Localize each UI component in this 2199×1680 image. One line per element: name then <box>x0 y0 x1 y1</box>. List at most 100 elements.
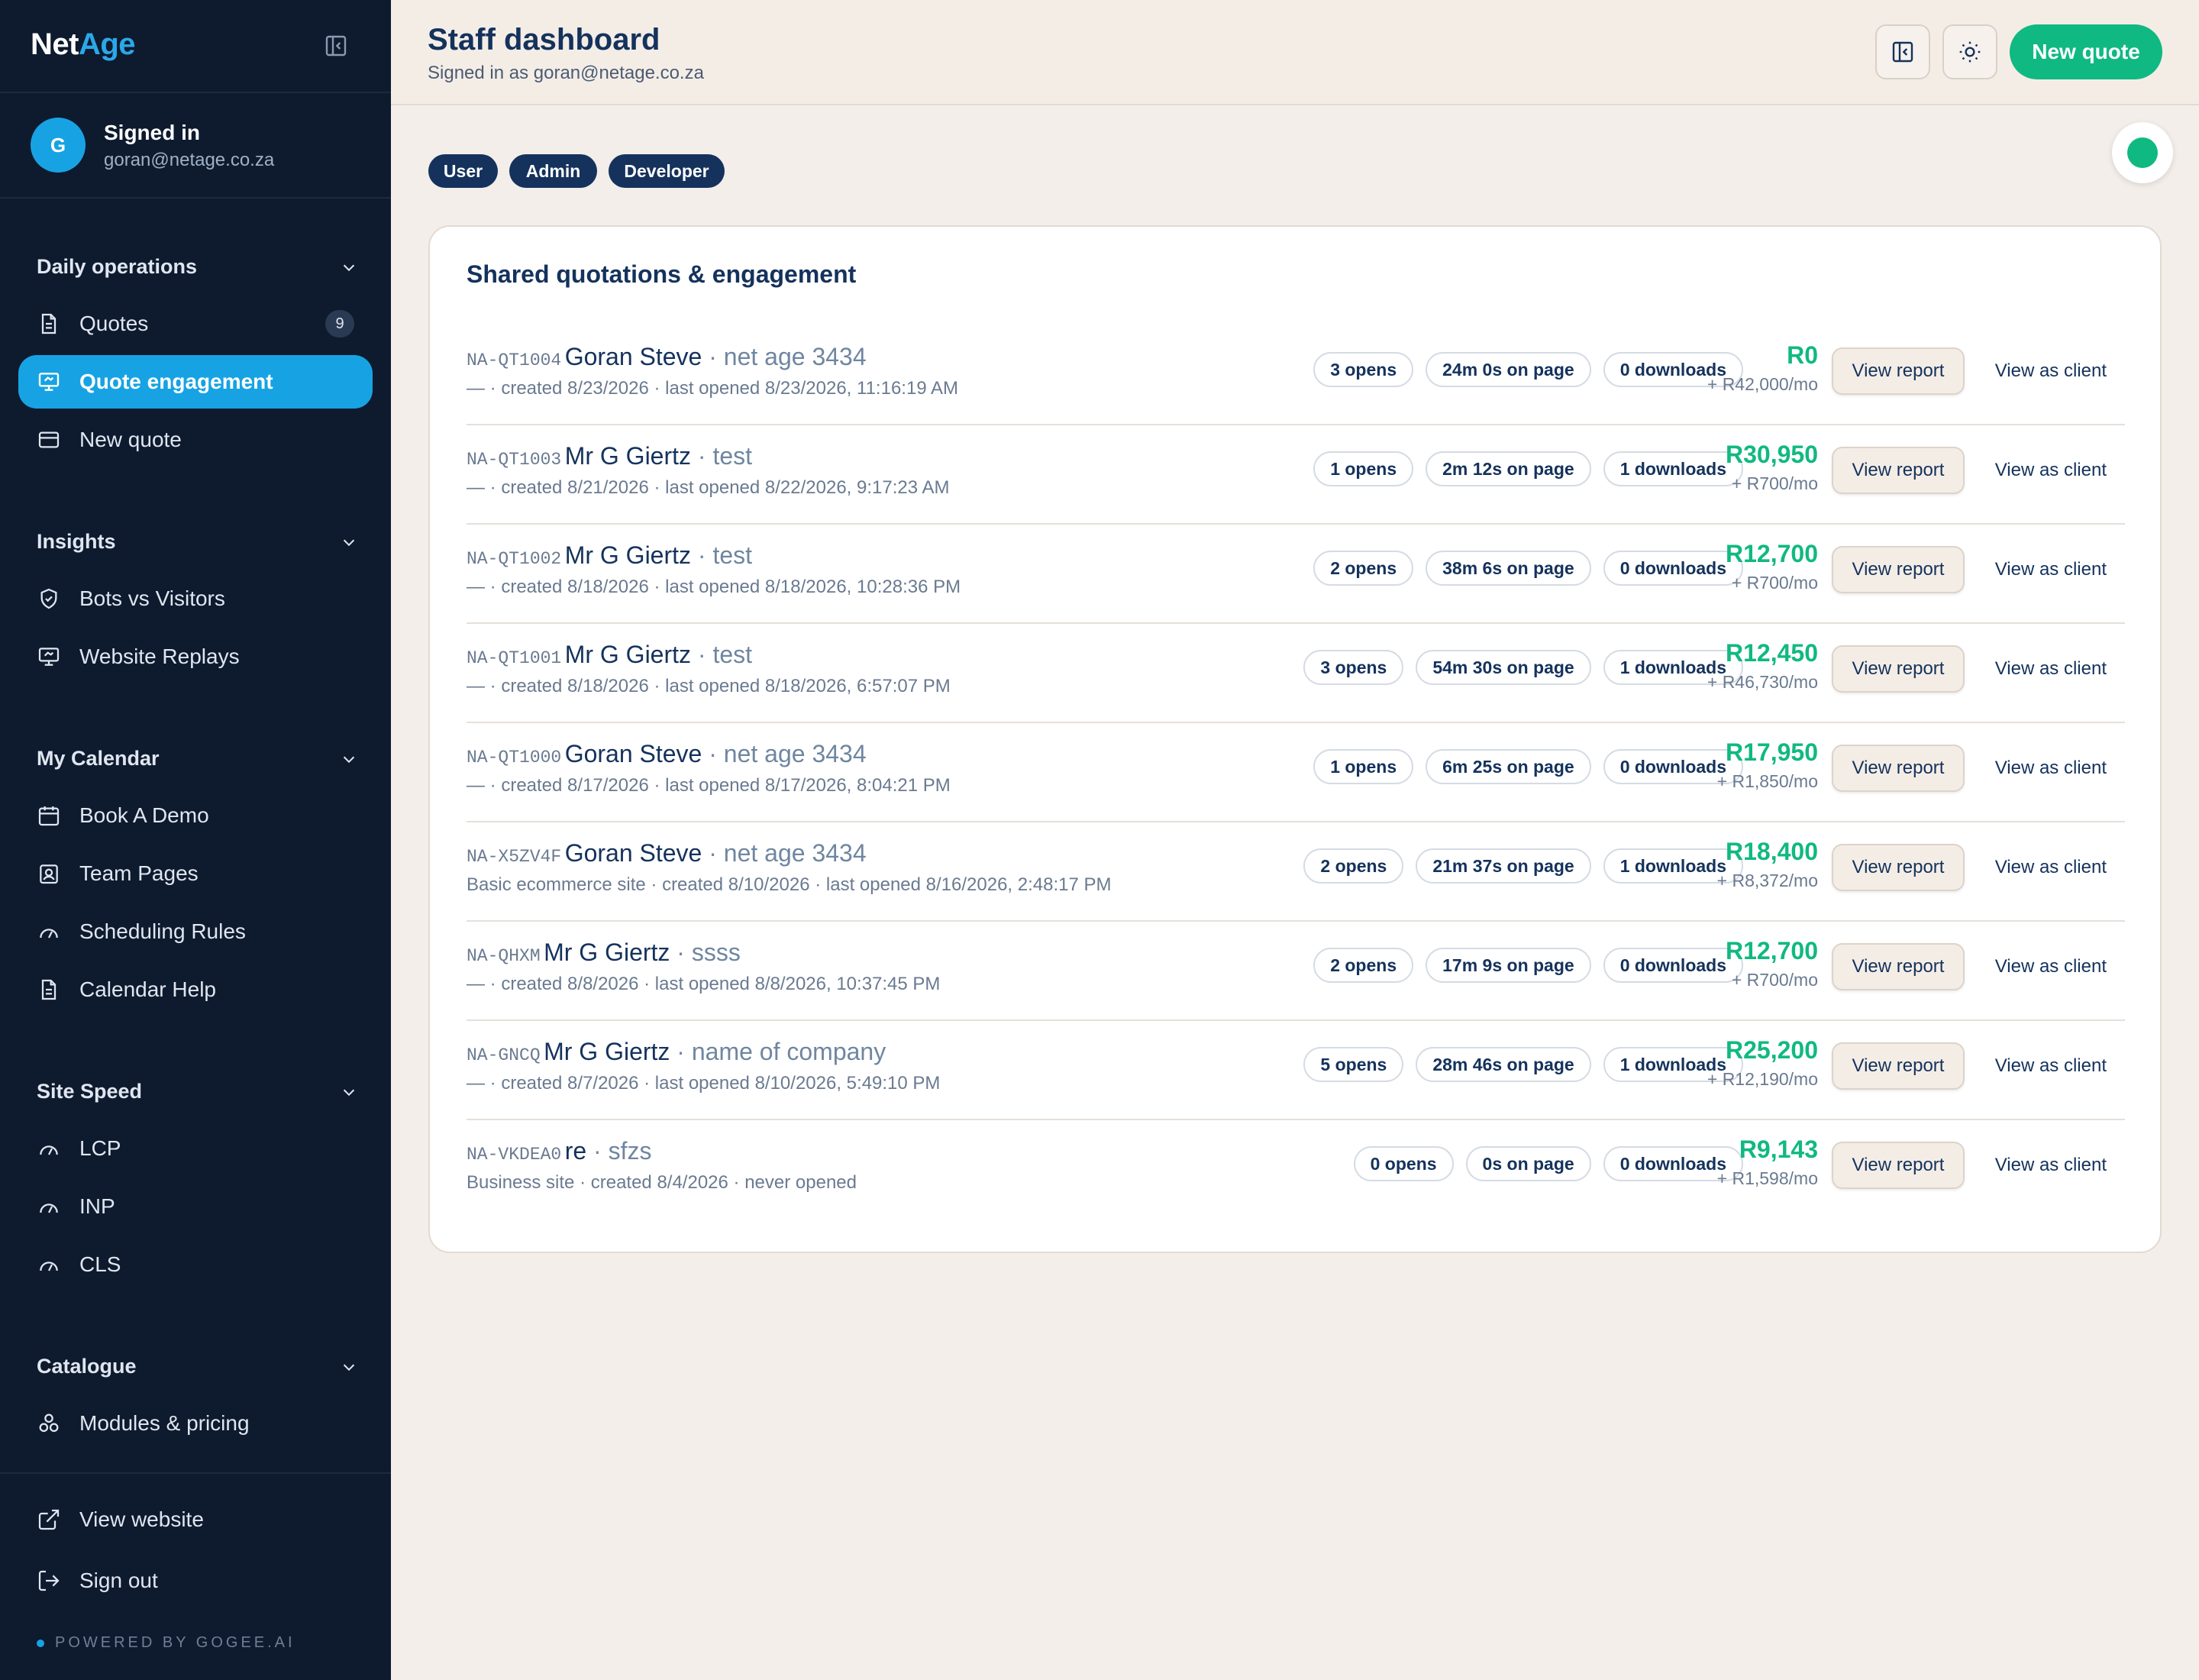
quote-id: NA-QT1002 <box>467 549 562 569</box>
quote-meta: — · created 8/23/2026 · last opened 8/23… <box>467 378 959 399</box>
client-name: Mr G Giertz <box>544 1038 670 1065</box>
quote-price: R18,400 + R8,372/mo <box>1717 838 1818 891</box>
sidebar-item-book-a-demo[interactable]: Book A Demo <box>18 789 373 842</box>
view-report-button[interactable]: View report <box>1832 943 1965 990</box>
client-name: Mr G Giertz <box>564 442 692 470</box>
sidebar-item-inp[interactable]: INP <box>18 1180 373 1233</box>
view-as-client-link[interactable]: View as client <box>1995 844 2107 891</box>
view-report-button[interactable]: View report <box>1832 1142 1965 1189</box>
quote-meta: — · created 8/17/2026 · last opened 8/17… <box>467 775 951 796</box>
section-catalogue[interactable]: Catalogue <box>37 1355 357 1378</box>
sidebar-item-lcp[interactable]: LCP <box>18 1122 373 1175</box>
sidebar-item-quotes[interactable]: Quotes 9 <box>18 297 373 351</box>
time-on-page-pill: 54m 30s on page <box>1416 650 1591 685</box>
sign-out-button[interactable]: Sign out <box>18 1554 373 1607</box>
price-monthly: + R12,190/mo <box>1707 1069 1818 1089</box>
price-once-off: R9,143 <box>1739 1136 1818 1163</box>
sidebar-item-bots-vs-visitors[interactable]: Bots vs Visitors <box>18 572 373 625</box>
section-daily-operations[interactable]: Daily operations <box>37 255 357 279</box>
sidebar-item-new-quote[interactable]: New quote <box>18 413 373 467</box>
view-report-button[interactable]: View report <box>1832 844 1965 891</box>
price-monthly: + R700/mo <box>1731 473 1818 493</box>
role-user-chip[interactable]: User <box>428 154 498 188</box>
page-subtitle: Signed in as goran@netage.co.za <box>428 63 704 83</box>
view-report-button[interactable]: View report <box>1832 546 1965 593</box>
downloads-pill: 1 downloads <box>1603 451 1743 486</box>
card-icon <box>38 431 60 448</box>
view-as-client-link[interactable]: View as client <box>1995 1142 2107 1189</box>
price-once-off: R12,450 <box>1726 639 1818 667</box>
sidebar-divider <box>0 197 391 199</box>
client-name: re <box>564 1137 587 1165</box>
chevron-down-icon <box>343 1089 355 1096</box>
status-indicator[interactable] <box>2112 122 2173 183</box>
view-report-button[interactable]: View report <box>1832 1042 1965 1090</box>
quote-id: NA-QT1001 <box>467 648 562 668</box>
view-as-client-link[interactable]: View as client <box>1995 546 2107 593</box>
online-dot-icon <box>2127 137 2158 168</box>
quote-price: R12,700 + R700/mo <box>1726 937 1818 990</box>
client-name: Mr G Giertz <box>564 641 692 668</box>
sidebar-item-scheduling-rules[interactable]: Scheduling Rules <box>18 905 373 958</box>
quote-id: NA-QT1003 <box>467 450 562 470</box>
quote-row: NA-QT1000 Goran Steve · net age 3434 — · … <box>467 723 2125 822</box>
document-icon <box>41 313 57 334</box>
view-report-button[interactable]: View report <box>1832 447 1965 494</box>
time-on-page-pill: 17m 9s on page <box>1426 948 1591 983</box>
sidebar-item-team-pages[interactable]: Team Pages <box>18 847 373 900</box>
role-admin-chip[interactable]: Admin <box>509 154 597 188</box>
quote-id: NA-X5ZV4F <box>467 847 562 867</box>
view-as-client-link[interactable]: View as client <box>1995 645 2107 693</box>
role-developer-chip[interactable]: Developer <box>609 154 725 188</box>
price-monthly: + R1,598/mo <box>1716 1168 1818 1188</box>
view-report-button[interactable]: View report <box>1832 745 1965 792</box>
quote-meta: Basic ecommerce site · created 8/10/2026… <box>467 874 1112 895</box>
brand-logo[interactable]: NetAge <box>31 27 136 62</box>
sidebar-collapse-icon[interactable] <box>324 34 348 58</box>
toggle-sidebar-button[interactable] <box>1875 24 1930 79</box>
time-on-page-pill: 24m 0s on page <box>1426 352 1591 387</box>
company-name: · ssss <box>670 939 741 966</box>
quote-price: R30,950 + R700/mo <box>1726 441 1818 494</box>
user-email: goran@netage.co.za <box>104 150 275 170</box>
theme-toggle-button[interactable] <box>1942 24 1997 79</box>
price-monthly: + R8,372/mo <box>1716 871 1818 890</box>
opens-pill: 3 opens <box>1303 650 1404 685</box>
time-on-page-pill: 28m 46s on page <box>1416 1047 1591 1082</box>
view-as-client-link[interactable]: View as client <box>1995 347 2107 395</box>
powered-by-label: POWERED BY GOGEE.AI <box>37 1634 295 1652</box>
price-once-off: R12,700 <box>1726 540 1818 567</box>
engagement-pills: 2 opens 21m 37s on page 1 downloads <box>1303 848 1743 884</box>
section-site-speed[interactable]: Site Speed <box>37 1080 357 1103</box>
view-website-link[interactable]: View website <box>18 1493 373 1546</box>
sidebar-toggle-icon <box>1892 41 1913 63</box>
section-insights[interactable]: Insights <box>37 530 357 554</box>
company-name: · name of company <box>670 1038 886 1065</box>
engagement-pills: 1 opens 6m 25s on page 0 downloads <box>1313 749 1743 784</box>
view-report-button[interactable]: View report <box>1832 645 1965 693</box>
sidebar-item-quote-engagement[interactable]: Quote engagement <box>18 355 373 409</box>
view-as-client-link[interactable]: View as client <box>1995 943 2107 990</box>
quote-row: NA-QT1003 Mr G Giertz · test — · created … <box>467 425 2125 525</box>
time-on-page-pill: 6m 25s on page <box>1426 749 1591 784</box>
engagement-pills: 1 opens 2m 12s on page 1 downloads <box>1313 451 1743 486</box>
sidebar-item-calendar-help[interactable]: Calendar Help <box>18 963 373 1016</box>
quote-price: R0 + R42,000/mo <box>1707 341 1818 395</box>
quote-price: R9,143 + R1,598/mo <box>1717 1136 1818 1189</box>
view-report-button[interactable]: View report <box>1832 347 1965 395</box>
client-name: Goran Steve <box>564 839 702 867</box>
sidebar-item-modules-pricing[interactable]: Modules & pricing <box>18 1397 373 1450</box>
section-my-calendar[interactable]: My Calendar <box>37 747 357 771</box>
view-as-client-link[interactable]: View as client <box>1995 447 2107 494</box>
sidebar-item-website-replays[interactable]: Website Replays <box>18 630 373 683</box>
price-once-off: R18,400 <box>1726 838 1818 865</box>
downloads-pill: 0 downloads <box>1603 551 1743 586</box>
sidebar-divider <box>0 1472 391 1474</box>
view-as-client-link[interactable]: View as client <box>1995 1042 2107 1090</box>
quote-id: NA-VKDEA0 <box>467 1145 562 1165</box>
view-as-client-link[interactable]: View as client <box>1995 745 2107 792</box>
avatar: G <box>31 118 86 173</box>
new-quote-button[interactable]: New quote <box>2010 24 2162 79</box>
shared-quotations-card: Shared quotations & engagement NA-QT1004… <box>428 225 2162 1253</box>
sidebar-item-cls[interactable]: CLS <box>18 1238 373 1291</box>
